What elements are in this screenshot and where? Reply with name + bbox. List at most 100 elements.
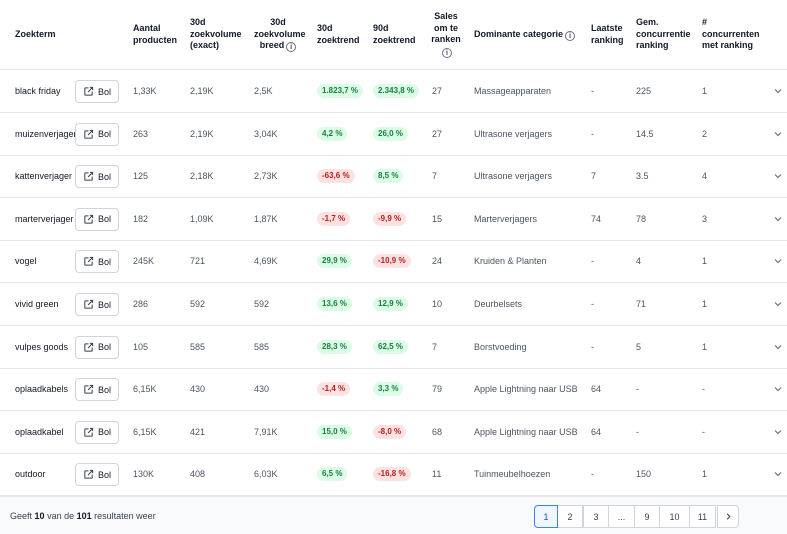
chevron-down-icon[interactable] — [773, 427, 783, 437]
cell-category: Apple Lightning naar USB — [474, 384, 578, 395]
cell-last-ranking: - — [591, 128, 594, 139]
header-avg-comp-line1: Gem. — [636, 17, 659, 27]
table-row[interactable]: oplaadkabel Bol 6,15K 421 7,91K 15,0 % -8,0 % 6… — [0, 411, 787, 454]
table-row[interactable]: black friday Bol 1,33K 2,19K 2,5K 1.823,7 % 2.… — [0, 70, 787, 113]
cell-sales: 11 — [432, 469, 442, 480]
cell-avg-comp: 5 — [636, 341, 642, 352]
header-trend90[interactable]: 90d zoektrend — [373, 23, 416, 46]
page-button[interactable]: 9 — [634, 505, 660, 528]
table-row[interactable]: marterverjager Bol 182 1,09K 1,87K -1,7 % -9,9… — [0, 198, 787, 241]
bol-button[interactable]: Bol — [75, 293, 119, 316]
cell-products: 1,33K — [133, 86, 157, 96]
trend30-badge: 13,6 % — [317, 297, 352, 311]
table-row[interactable]: vivid green Bol 286 592 592 13,6 % 12,9 % 10 Deu… — [0, 283, 787, 326]
header-num-comp[interactable]: # concurrenten met ranking — [702, 17, 760, 52]
bol-button[interactable]: Bol — [75, 122, 119, 146]
header-sales-line2: om te — [433, 22, 458, 33]
cell-products: 6,15K — [133, 384, 157, 395]
cell-avg-comp: - — [636, 384, 639, 395]
external-link-icon — [83, 86, 94, 97]
cell-sales: 27 — [432, 128, 443, 139]
bol-button[interactable]: Bol — [75, 463, 119, 487]
header-num-comp-line1: # — [702, 17, 708, 27]
page-button[interactable]: 3 — [583, 505, 609, 528]
header-vol-broad[interactable]: 30d zoekvolume breed i — [254, 17, 306, 52]
header-avg-comp[interactable]: Gem. concurrentie ranking — [636, 17, 691, 52]
header-products-line2: producten — [133, 34, 177, 45]
header-category[interactable]: Dominante categorie i — [474, 29, 576, 41]
bol-button[interactable]: Bol — [75, 165, 119, 189]
header-vol-exact[interactable]: 30d zoekvolume (exact) — [190, 17, 242, 52]
trend90-badge: 2.343,8 % — [373, 84, 420, 98]
cell-category: Ultrasone verjagers — [474, 128, 553, 139]
trend30-badge: -1,7 % — [317, 211, 351, 226]
cell-vol-broad: 592 — [254, 299, 270, 309]
page-button[interactable]: 1 — [534, 505, 558, 528]
header-products[interactable]: Aantal producten — [133, 23, 177, 46]
table-row[interactable]: muizenverjager Bol 263 2,19K 3,04K 4,2 % 26,0 … — [0, 113, 787, 156]
header-last-ranking[interactable]: Laatste ranking — [591, 23, 624, 46]
chevron-down-icon[interactable] — [773, 384, 783, 394]
trend90-badge: 12,9 % — [373, 297, 408, 311]
header-sales[interactable]: Sales om te ranken i — [430, 11, 462, 58]
cell-num-comp: - — [702, 384, 705, 395]
cell-num-comp: 1 — [702, 469, 708, 480]
cell-vol-exact: 585 — [190, 341, 206, 352]
chevron-down-icon[interactable] — [773, 299, 783, 309]
trend30-badge: 1.823,7 % — [317, 84, 364, 98]
bol-button[interactable]: Bol — [75, 420, 119, 444]
bol-button[interactable]: Bol — [75, 207, 119, 231]
page-button[interactable]: 11 — [689, 505, 716, 528]
chevron-down-icon[interactable] — [773, 86, 783, 96]
chevron-down-icon[interactable] — [773, 171, 783, 181]
bol-button[interactable]: Bol — [75, 378, 119, 402]
cell-term: oplaadkabels — [15, 384, 69, 395]
chevron-down-icon[interactable] — [773, 214, 783, 224]
header-trend30[interactable]: 30d zoektrend — [317, 23, 360, 46]
cell-avg-comp: 71 — [636, 299, 647, 309]
next-page-button[interactable] — [717, 505, 739, 528]
table-row[interactable]: vogel Bol 245K 721 4,69K 29,9 % -10,9 % 24 Kruid… — [0, 240, 787, 284]
cell-avg-comp: 150 — [636, 469, 652, 480]
table-row[interactable]: vulpes goods Bol 105 585 585 28,3 % 62,5 % 7 Bor… — [0, 326, 787, 369]
chevron-down-icon[interactable] — [773, 342, 783, 352]
table-row[interactable]: kattenverjager Bol 125 2,18K 2,73K -63,6 % 8,5… — [0, 155, 787, 199]
cell-category: Kruiden & Planten — [474, 256, 547, 267]
external-link-icon — [83, 299, 94, 310]
header-num-comp-line2: concurrenten — [702, 28, 760, 39]
info-icon[interactable]: i — [565, 31, 576, 41]
chevron-down-icon[interactable] — [773, 469, 783, 479]
bol-button[interactable]: Bol — [75, 80, 119, 103]
header-vol-broad-line3: breed i — [254, 40, 302, 52]
header-vol-broad-line1: 30d — [270, 17, 286, 27]
chevron-down-icon[interactable] — [773, 129, 783, 139]
cell-vol-broad: 6,03K — [254, 469, 278, 480]
cell-term: marterverjager — [15, 213, 74, 224]
table-row[interactable]: outdoor Bol 130K 408 6,03K 6,5 % -16,8 % 11 Tuin… — [0, 453, 787, 497]
header-term[interactable]: Zoekterm — [15, 29, 56, 41]
bol-label: Bol — [97, 86, 111, 97]
cell-sales: 7 — [432, 171, 438, 182]
info-icon[interactable]: i — [286, 42, 297, 52]
cell-category: Ultrasone verjagers — [474, 171, 553, 182]
info-icon[interactable]: i — [442, 47, 452, 58]
page-button[interactable]: 2 — [557, 505, 583, 528]
cell-vol-broad: 1,87K — [254, 213, 278, 224]
bol-button[interactable]: Bol — [75, 250, 119, 274]
pagination-ellipsis: ... — [608, 505, 635, 528]
cell-category: Massageapparaten — [474, 86, 552, 96]
trend30-badge: -63,6 % — [317, 169, 355, 184]
page-button[interactable]: 10 — [659, 505, 690, 528]
table-row[interactable]: oplaadkabels Bol 6,15K 430 430 -1,4 % 3,3 % 79 A… — [0, 368, 787, 412]
trend30-badge: 15,0 % — [317, 424, 352, 439]
chevron-down-icon[interactable] — [773, 256, 783, 266]
bol-button[interactable]: Bol — [75, 335, 119, 359]
cell-products: 125 — [133, 171, 149, 182]
summary-prefix: Geeft — [10, 511, 33, 521]
external-link-icon — [83, 171, 94, 182]
external-link-icon — [83, 427, 94, 438]
cell-products: 6,15K — [133, 426, 157, 437]
cell-term: muizenverjager — [15, 128, 77, 139]
cell-sales: 15 — [432, 213, 443, 224]
cell-last-ranking: - — [591, 299, 594, 309]
